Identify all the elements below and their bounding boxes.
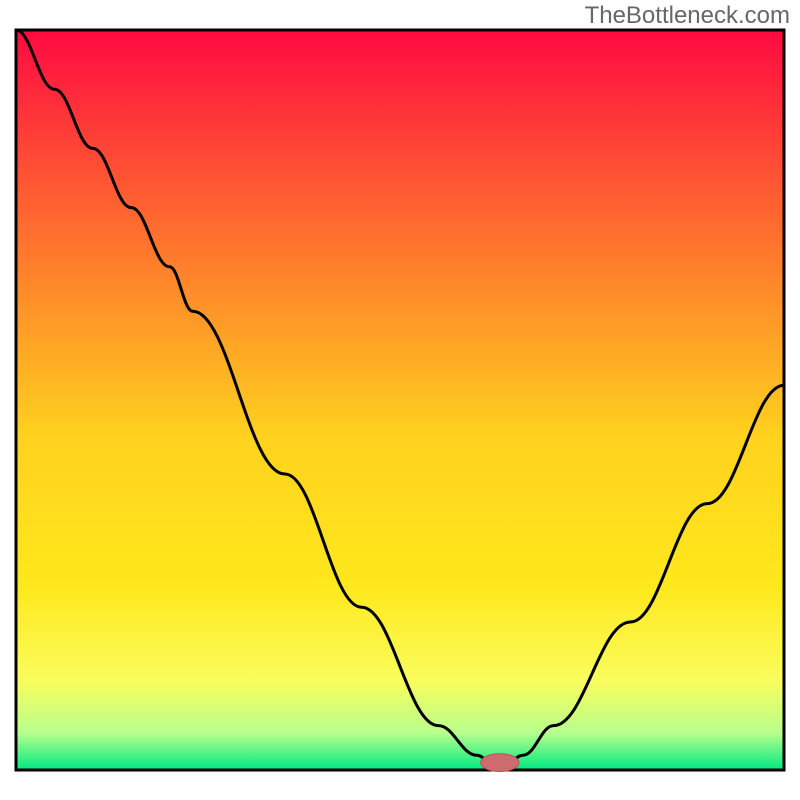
optimal-point-marker [481,754,519,772]
plot-background [16,30,784,770]
chart-container: TheBottleneck.com [0,0,800,800]
bottleneck-chart [0,0,800,800]
watermark-label: TheBottleneck.com [585,2,790,30]
